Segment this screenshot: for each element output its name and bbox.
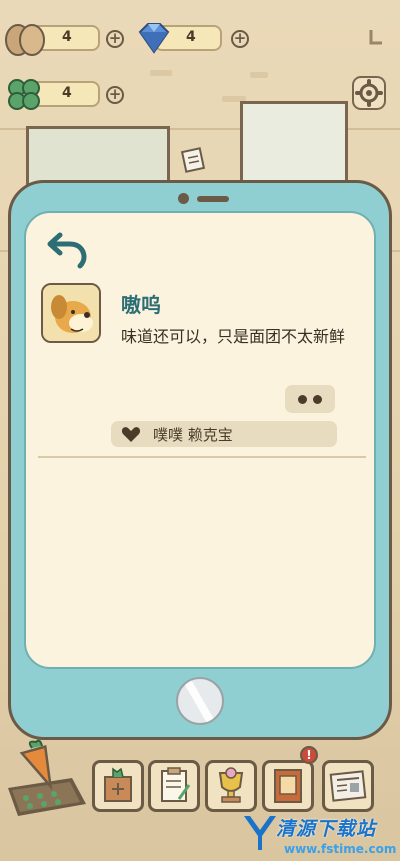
- shop-cabinet-button[interactable]: [92, 760, 144, 812]
- trophy-icon: [218, 767, 244, 803]
- gem-icon: [138, 23, 170, 54]
- newspaper-icon: [329, 770, 367, 802]
- phone-speaker: [197, 196, 229, 202]
- add-clover-button[interactable]: +: [106, 86, 124, 104]
- watermark-url: www.fstime.com: [284, 842, 397, 856]
- dot-icon: [313, 395, 322, 404]
- recipe-clipboard-button[interactable]: [148, 760, 200, 812]
- wall-frame-left: [26, 126, 170, 186]
- watermark: 清源下载站 www.fstime.com: [240, 812, 400, 860]
- carrot-field-button[interactable]: [2, 738, 88, 818]
- note-icon: [180, 147, 206, 173]
- likes-names: 噗噗 赖克宝: [153, 426, 233, 444]
- phone-camera: [178, 193, 189, 204]
- clover-icon: [8, 79, 40, 110]
- back-arrow-icon[interactable]: [46, 229, 90, 269]
- phone-dialog: 嗷呜 味道还可以，只是面团不太新鲜 噗噗 赖克宝: [8, 180, 392, 740]
- shelf-corner-icon: [369, 30, 382, 45]
- clipboard-icon: [161, 767, 191, 802]
- add-gems-button[interactable]: +: [231, 30, 249, 48]
- home-button[interactable]: [176, 677, 224, 725]
- phone-screen: 嗷呜 味道还可以，只是面团不太新鲜 噗噗 赖克宝: [24, 211, 376, 669]
- add-eggs-button[interactable]: +: [106, 30, 124, 48]
- newspaper-button[interactable]: [322, 760, 374, 812]
- watermark-title: 清源下载站: [276, 818, 377, 840]
- likes-bar: 噗噗 赖克宝: [111, 421, 337, 447]
- book-button[interactable]: [262, 760, 314, 812]
- clover-value: 4: [62, 85, 72, 101]
- dog-avatar-icon: [43, 285, 99, 341]
- heart-icon: [121, 427, 141, 442]
- gear-icon: [355, 79, 383, 107]
- cabinet-icon: [104, 767, 132, 802]
- eggs-value: 4: [62, 29, 72, 45]
- book-icon: [274, 769, 302, 803]
- wall-frame-right: [240, 101, 348, 183]
- notification-badge: !: [300, 746, 318, 764]
- settings-button[interactable]: [352, 76, 386, 110]
- sender-name: 嗷呜: [121, 293, 161, 317]
- watermark-logo-icon: [244, 816, 276, 850]
- message-text: 味道还可以，只是面团不太新鲜: [121, 327, 346, 346]
- more-options-button[interactable]: [285, 385, 335, 413]
- dot-icon: [298, 395, 307, 404]
- egg-icon: [5, 24, 45, 56]
- divider: [38, 456, 366, 458]
- wall-brick: [250, 72, 268, 78]
- gems-value: 4: [186, 29, 196, 45]
- trophy-button[interactable]: [205, 760, 257, 812]
- sender-avatar: [41, 283, 101, 343]
- wall-brick: [150, 70, 172, 76]
